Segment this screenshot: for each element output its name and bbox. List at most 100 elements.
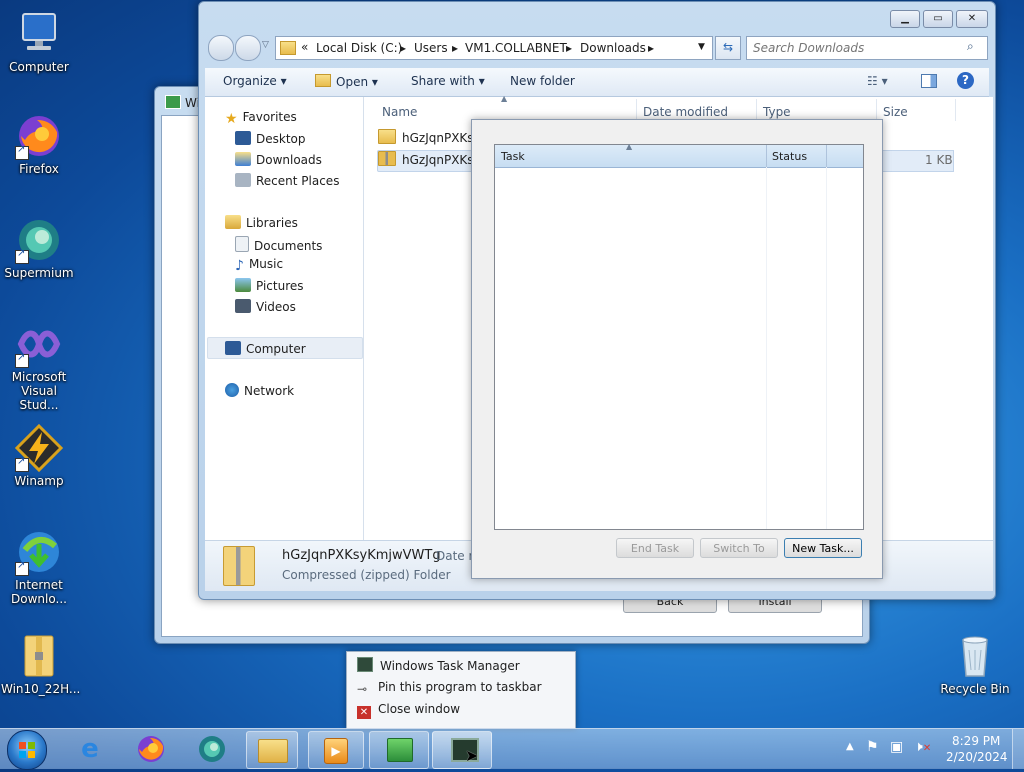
action-center-flag-icon[interactable]: ⚑ — [866, 739, 879, 755]
taskbar-media-player[interactable]: ▶ — [308, 731, 364, 769]
end-task-button[interactable]: End Task — [616, 538, 694, 558]
search-box[interactable]: ⌕ — [746, 36, 988, 60]
forward-nav-button[interactable] — [235, 35, 261, 61]
clock-date[interactable]: 2/20/2024 — [946, 750, 1008, 764]
column-name[interactable]: Name — [382, 105, 417, 119]
installer-icon — [387, 738, 413, 762]
switch-to-button[interactable]: Switch To — [700, 538, 778, 558]
firefox-icon — [138, 736, 164, 762]
organize-button[interactable]: Organize ▾ — [223, 74, 287, 88]
open-folder-icon — [315, 74, 331, 87]
taskbar-explorer[interactable] — [246, 731, 298, 769]
file-row[interactable]: hGzJqnPXKsy — [378, 129, 478, 149]
open-button[interactable]: Open ▾ — [315, 74, 378, 89]
breadcrumb-user-folder[interactable]: VM1.COLLABNET — [465, 41, 567, 55]
nav-videos[interactable]: Videos — [235, 299, 296, 317]
address-bar[interactable]: « Local Disk (C:) ▸ Users ▸ VM1.COLLABNE… — [275, 36, 713, 60]
videos-icon — [235, 299, 251, 313]
desktop-icon-internet-download-manager[interactable]: Internet Downlo... — [1, 528, 77, 606]
nav-documents[interactable]: Documents — [235, 236, 322, 254]
file-row-selected[interactable]: hGzJqnPXKsy — [377, 150, 479, 172]
nav-pictures[interactable]: Pictures — [235, 278, 304, 296]
show-hidden-icons-chevron-icon[interactable]: ▲ — [846, 741, 854, 752]
task-manager-window[interactable]: ▲ Task Status End Task Switch To New Tas… — [471, 119, 883, 579]
navigation-pane: ★ Favorites Desktop Downloads Recent Plac… — [205, 97, 364, 540]
desktop-icon-label: Win10_22H... — [1, 682, 81, 696]
help-icon[interactable]: ? — [957, 72, 974, 89]
column-divider — [955, 99, 956, 121]
winamp-icon — [14, 423, 64, 473]
shortcut-arrow-icon — [15, 248, 29, 264]
desktop-icon-label: Microsoft Visual Stud... — [11, 370, 67, 412]
desktop-icon-label: Firefox — [19, 162, 59, 176]
desktop-icon-label: Recycle Bin — [940, 682, 1010, 696]
zip-folder-large-icon — [223, 546, 255, 586]
task-list[interactable]: ▲ Task Status — [494, 142, 864, 530]
desktop-icon-firefox[interactable]: Firefox — [1, 112, 77, 176]
close-button[interactable]: ✕ — [956, 10, 988, 28]
column-guide — [826, 167, 827, 529]
desktop-icon-computer[interactable]: Computer — [1, 10, 77, 74]
jump-item-close-window[interactable]: ✕ Close window — [357, 702, 460, 722]
change-view-icon[interactable]: ☷ ▾ — [867, 74, 888, 88]
nav-computer[interactable]: Computer — [225, 341, 306, 359]
maximize-button[interactable]: ▭ — [923, 10, 953, 28]
shortcut-arrow-icon — [15, 144, 29, 160]
desktop-icon-supermium[interactable]: Supermium — [1, 216, 77, 280]
back-nav-button[interactable] — [208, 35, 234, 61]
task-manager-icon — [357, 657, 373, 672]
taskbar-installer[interactable] — [369, 731, 429, 769]
taskbar-task-manager[interactable]: ➤ — [432, 731, 492, 769]
new-folder-button[interactable]: New folder — [510, 74, 575, 88]
breadcrumb-local-disk[interactable]: Local Disk (C:) — [316, 41, 402, 55]
libraries-icon — [225, 215, 241, 229]
column-type[interactable]: Type — [763, 105, 791, 119]
show-desktop-button[interactable] — [1012, 729, 1024, 769]
share-with-button[interactable]: Share with ▾ — [411, 74, 485, 88]
column-size[interactable]: Size — [883, 105, 908, 119]
breadcrumb-users[interactable]: Users — [414, 41, 448, 55]
nav-favorites[interactable]: ★ Favorites — [225, 110, 297, 128]
nav-music[interactable]: ♪ Music — [235, 257, 283, 275]
preview-pane-icon[interactable] — [921, 74, 937, 88]
breadcrumb-downloads[interactable]: Downloads — [580, 41, 646, 55]
column-task[interactable]: Task — [501, 150, 525, 163]
desktop-icon-recycle-bin[interactable]: Recycle Bin — [937, 632, 1013, 696]
details-file-type: Compressed (zipped) Folder — [282, 568, 451, 582]
taskbar-internet-explorer[interactable]: e — [70, 731, 110, 767]
recycle-bin-icon — [951, 632, 999, 680]
recent-pages-chevron-icon[interactable]: ▽ — [262, 40, 269, 50]
mouse-cursor-icon: ➤ — [465, 746, 479, 765]
taskbar-supermium[interactable] — [192, 731, 232, 767]
desktop-icon-win10-iso[interactable]: Win10_22H... — [1, 632, 81, 696]
breadcrumb-overflow[interactable]: « — [301, 40, 308, 54]
minimize-button[interactable]: ▁ — [890, 10, 920, 28]
desktop-icon-winamp[interactable]: Winamp — [1, 423, 77, 488]
column-status[interactable]: Status — [772, 150, 807, 163]
nav-downloads[interactable]: Downloads — [235, 152, 322, 170]
nav-network[interactable]: Network — [225, 383, 294, 401]
jump-item-task-manager[interactable]: Windows Task Manager — [357, 657, 520, 677]
firefox-icon — [15, 112, 63, 160]
nav-recent-places[interactable]: Recent Places — [235, 173, 339, 191]
breadcrumb-separator: ▸ — [452, 41, 459, 55]
new-task-button[interactable]: New Task... — [784, 538, 862, 558]
refresh-button[interactable]: ⇆ — [715, 36, 741, 60]
column-divider — [876, 99, 877, 121]
clock-time[interactable]: 8:29 PM — [952, 734, 1000, 748]
jump-item-pin-to-taskbar[interactable]: ⊸ Pin this program to taskbar — [357, 680, 542, 700]
search-input[interactable] — [751, 39, 961, 57]
volume-muted-icon[interactable]: 🕨✕ — [914, 739, 931, 755]
file-name: hGzJqnPXKsy — [402, 153, 479, 167]
taskbar-firefox[interactable] — [131, 731, 171, 767]
computer-icon — [15, 10, 63, 58]
nav-libraries[interactable]: Libraries — [225, 215, 298, 233]
column-divider — [756, 99, 757, 121]
desktop-icon-visual-studio[interactable]: Microsoft Visual Stud... — [1, 320, 77, 412]
start-button[interactable] — [7, 730, 47, 770]
nav-desktop[interactable]: Desktop — [235, 131, 306, 149]
column-date-modified[interactable]: Date modified — [643, 105, 728, 119]
download-manager-icon — [15, 528, 63, 576]
network-status-icon[interactable]: ▣ — [890, 739, 903, 755]
address-dropdown-icon[interactable]: ▼ — [698, 42, 705, 52]
